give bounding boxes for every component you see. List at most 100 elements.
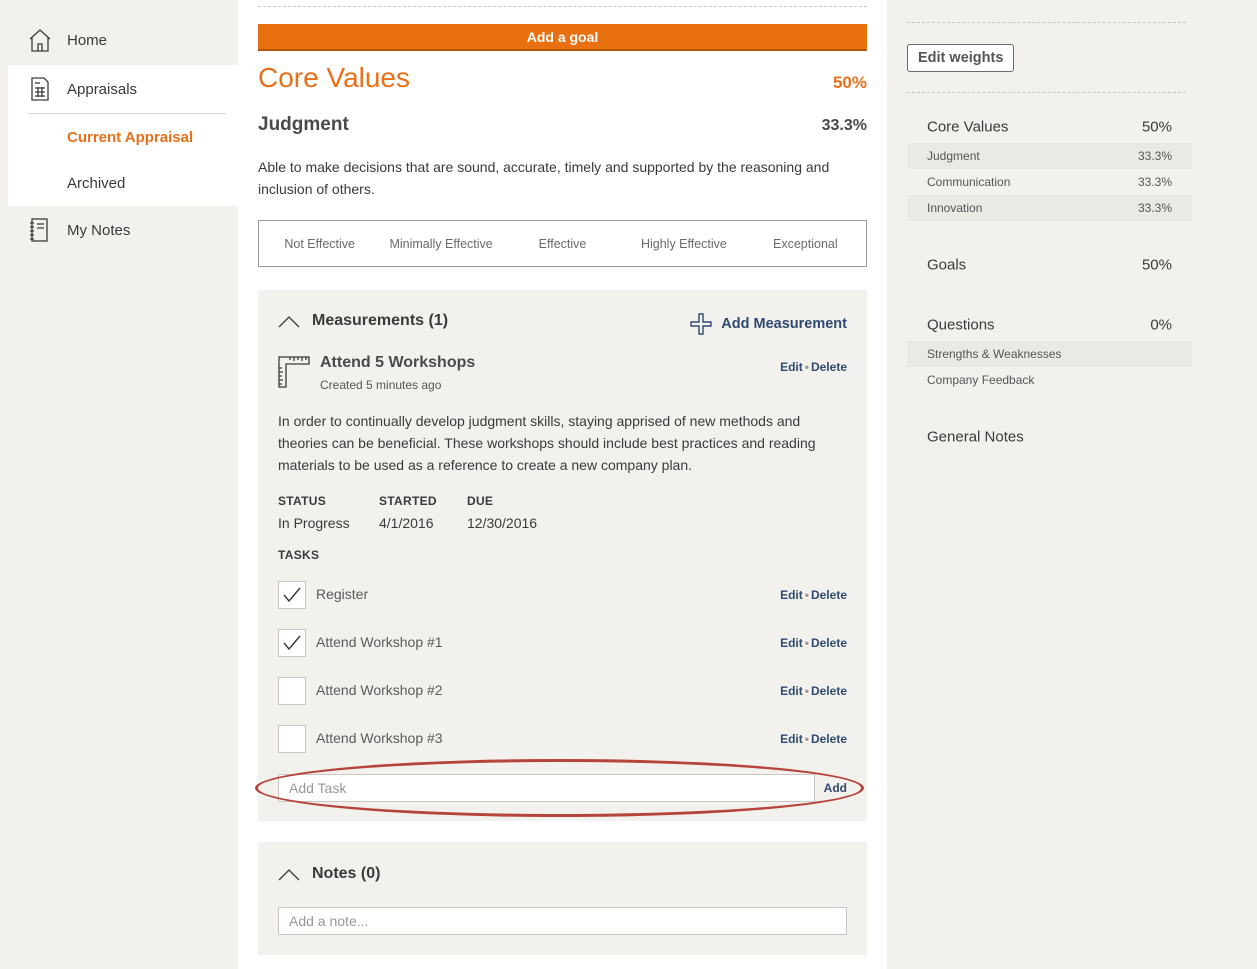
value-title: Judgment	[258, 114, 349, 135]
sidebar-item-my-notes[interactable]: My Notes	[8, 206, 238, 254]
task-actions: Edit • Delete	[780, 684, 847, 698]
weight-label: Goals	[927, 256, 967, 274]
sidebar-item-label: Home	[67, 31, 108, 49]
task-checkbox[interactable]	[278, 629, 306, 657]
separator: •	[804, 684, 809, 698]
weight-row-goals[interactable]: Goals 50%	[907, 252, 1192, 278]
weight-label: Communication	[927, 175, 1011, 189]
task-row: Attend Workshop #3 Edit • Delete	[278, 725, 847, 753]
weight-label: Strengths & Weaknesses	[927, 347, 1062, 361]
divider	[258, 6, 867, 7]
separator: •	[804, 588, 809, 602]
task-row: Attend Workshop #2 Edit • Delete	[278, 677, 847, 705]
weight-value: 33.3%	[1137, 149, 1172, 163]
started-value: 4/1/2016	[379, 515, 434, 531]
rating-option[interactable]: Minimally Effective	[380, 237, 501, 251]
rating-option[interactable]: Not Effective	[259, 237, 380, 251]
notes-header: Notes (0)	[312, 865, 381, 882]
task-actions: Edit • Delete	[780, 732, 847, 746]
notes-panel: Notes (0)	[258, 842, 867, 955]
weight-value: 33.3%	[1137, 201, 1172, 215]
rating-option[interactable]: Exceptional	[745, 237, 866, 251]
delete-link[interactable]: Delete	[811, 684, 847, 698]
sidebar-item-current-appraisal[interactable]: Current Appraisal	[67, 129, 193, 146]
weight-label: Company Feedback	[927, 373, 1035, 387]
sidebar-item-archived[interactable]: Archived	[67, 175, 125, 192]
edit-link[interactable]: Edit	[780, 636, 803, 650]
task-actions: Edit • Delete	[780, 588, 847, 602]
add-task-input[interactable]	[278, 774, 815, 802]
add-task-button[interactable]: Add	[824, 781, 847, 795]
weight-row-communication[interactable]: Communication 33.3%	[907, 169, 1192, 195]
chevron-up-icon[interactable]	[278, 316, 300, 328]
sidebar-item-appraisals[interactable]: Appraisals	[8, 65, 238, 113]
weight-row-core-values[interactable]: Core Values 50%	[907, 114, 1192, 140]
sidebar: Home Appraisals Current Appraisal Archiv…	[0, 0, 238, 969]
delete-link[interactable]: Delete	[811, 588, 847, 602]
delete-link[interactable]: Delete	[811, 636, 847, 650]
delete-link[interactable]: Delete	[811, 732, 847, 746]
edit-link[interactable]: Edit	[780, 360, 803, 374]
weight-label: General Notes	[927, 428, 1024, 446]
task-row: Register Edit • Delete	[278, 581, 847, 609]
task-label: Attend Workshop #3	[316, 730, 443, 746]
task-checkbox[interactable]	[278, 725, 306, 753]
weight-row-innovation[interactable]: Innovation 33.3%	[907, 195, 1192, 221]
ruler-icon	[278, 356, 310, 388]
separator: •	[804, 732, 809, 746]
measurement-description: In order to continually develop judgment…	[278, 413, 816, 473]
rating-option[interactable]: Effective	[502, 237, 623, 251]
plus-icon	[690, 313, 712, 335]
weight-row-general-notes[interactable]: General Notes	[907, 424, 1192, 450]
weight-row-strengths[interactable]: Strengths & Weaknesses	[907, 341, 1192, 367]
appraisal-icon	[31, 77, 49, 101]
sidebar-item-home[interactable]: Home	[8, 16, 238, 64]
section-weight: 50%	[832, 73, 867, 92]
task-row: Attend Workshop #1 Edit • Delete	[278, 629, 847, 657]
sidebar-item-label: Appraisals	[67, 80, 138, 98]
edit-link[interactable]: Edit	[780, 732, 803, 746]
measurement-title: Attend 5 Workshops	[320, 354, 476, 371]
task-label: Attend Workshop #2	[316, 682, 443, 698]
task-label: Attend Workshop #1	[316, 634, 443, 650]
edit-link[interactable]: Edit	[780, 588, 803, 602]
status-label: STATUS	[278, 494, 327, 508]
chevron-up-icon[interactable]	[278, 869, 300, 881]
measurement-actions: Edit • Delete	[780, 360, 847, 374]
checkmark-icon	[283, 635, 301, 651]
weight-row-judgment[interactable]: Judgment 33.3%	[907, 143, 1192, 169]
started-label: STARTED	[379, 494, 437, 508]
add-measurement-label: Add Measurement	[721, 316, 847, 332]
add-measurement-button[interactable]: Add Measurement	[689, 312, 847, 336]
sidebar-item-label: My Notes	[67, 221, 131, 239]
weight-label: Questions	[927, 316, 995, 334]
add-note-input[interactable]	[278, 907, 847, 935]
weight-value: 50%	[1141, 256, 1172, 274]
home-icon	[29, 29, 51, 52]
task-checkbox[interactable]	[278, 677, 306, 705]
due-label: DUE	[467, 494, 494, 508]
edit-link[interactable]: Edit	[780, 684, 803, 698]
checkmark-icon	[283, 587, 301, 603]
section-title: Core Values	[258, 62, 411, 93]
weight-value: 50%	[1141, 118, 1172, 136]
delete-link[interactable]: Delete	[811, 360, 847, 374]
notebook-icon	[30, 218, 48, 242]
main-content: Add a goal Core Values 50% Judgment 33.3…	[238, 0, 887, 969]
weight-row-questions[interactable]: Questions 0%	[907, 312, 1192, 338]
divider	[907, 92, 1186, 93]
weight-value: 0%	[1150, 316, 1172, 334]
divider	[28, 113, 226, 114]
edit-weights-button[interactable]: Edit weights	[907, 44, 1015, 72]
due-value: 12/30/2016	[467, 515, 538, 531]
weight-row-company-feedback[interactable]: Company Feedback	[907, 367, 1192, 393]
tasks-label: TASKS	[278, 548, 320, 562]
task-label: Register	[316, 586, 369, 602]
weight-label: Core Values	[927, 118, 1009, 136]
task-checkbox[interactable]	[278, 581, 306, 609]
separator: •	[804, 636, 809, 650]
add-goal-button[interactable]: Add a goal	[258, 24, 867, 51]
appraisals-section: Appraisals Current Appraisal Archived	[8, 65, 238, 206]
weight-value: 33.3%	[1137, 175, 1172, 189]
rating-option[interactable]: Highly Effective	[623, 237, 744, 251]
